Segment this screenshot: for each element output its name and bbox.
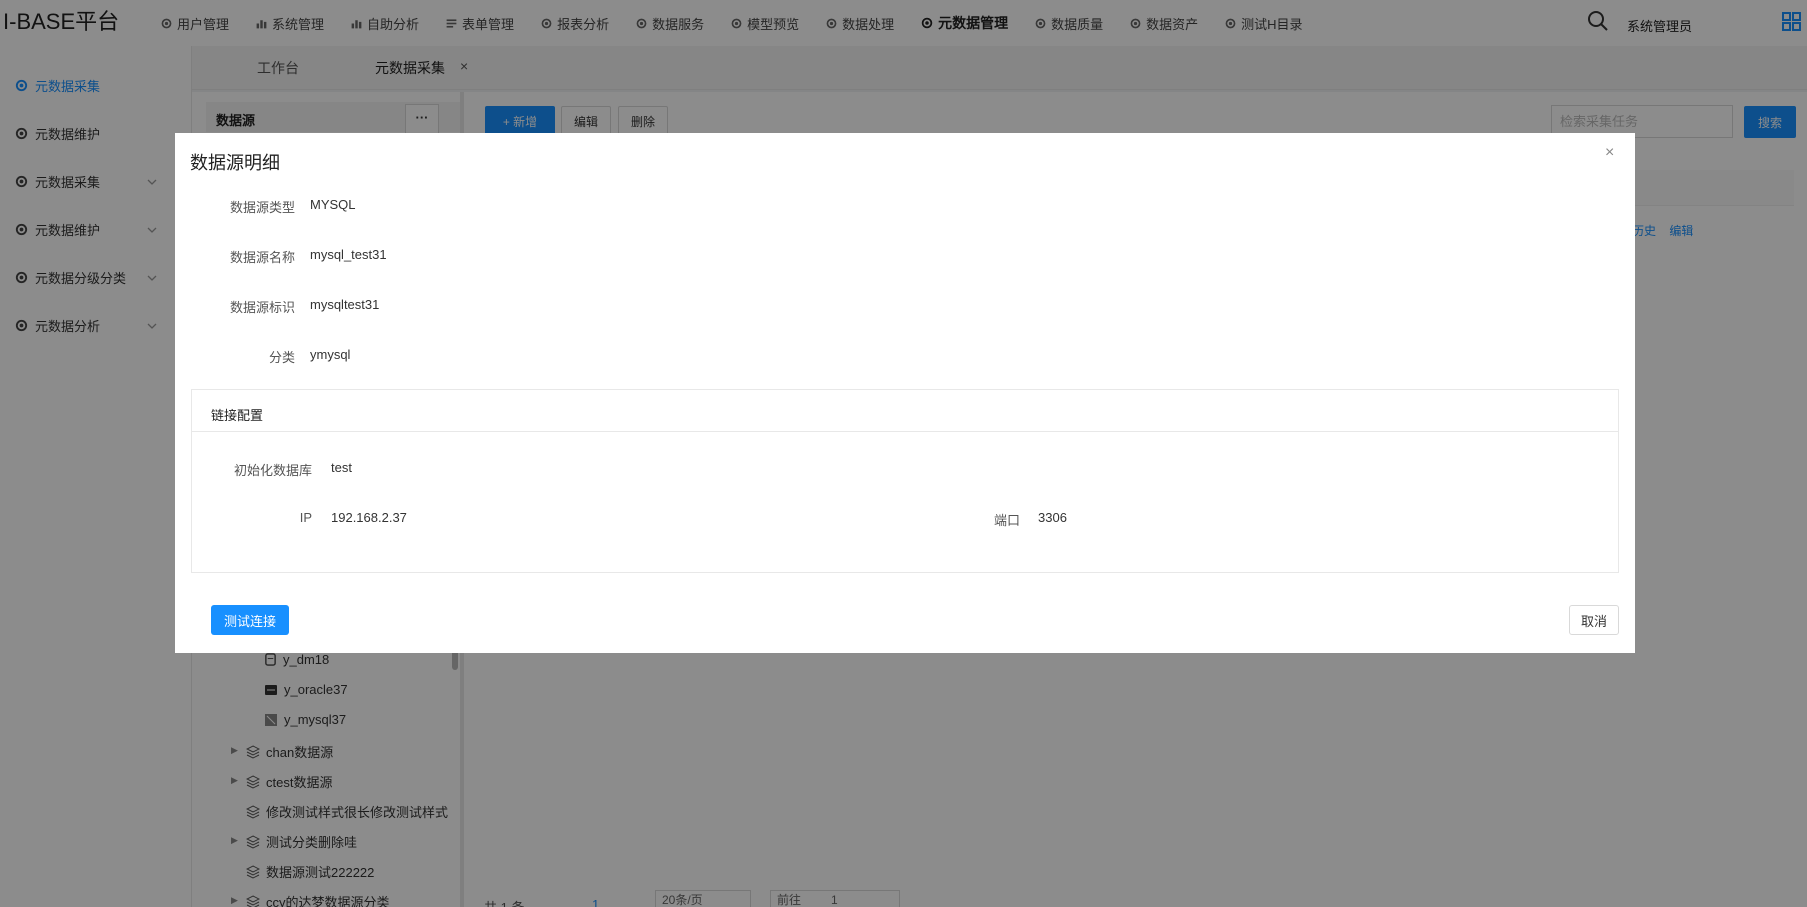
field-label-category: 分类 <box>268 350 295 365</box>
test-connection-button[interactable]: 测试连接 <box>211 605 289 635</box>
modal-title: 数据源明细 <box>190 153 280 173</box>
cancel-button[interactable]: 取消 <box>1569 605 1619 635</box>
datasource-detail-modal: 数据源明细 × 数据源类型 MYSQL 数据源名称 mysql_test31 数… <box>175 133 1635 653</box>
field-value-category: ymysql <box>310 347 351 362</box>
field-label-type: 数据源类型 <box>229 200 295 215</box>
field-label-identifier: 数据源标识 <box>229 300 295 315</box>
field-label-name: 数据源名称 <box>229 250 295 265</box>
field-value-port: 3306 <box>1038 510 1067 525</box>
field-value-ip: 192.168.2.37 <box>331 510 407 525</box>
field-label-port: 端口 <box>993 513 1020 528</box>
field-label-ip: IP <box>299 510 312 525</box>
field-value-init-db: test <box>331 460 352 475</box>
close-icon[interactable]: × <box>1605 144 1614 162</box>
connection-config-card: 链接配置 初始化数据库 test IP 192.168.2.37 端口 3306 <box>191 389 1619 573</box>
field-value-identifier: mysqltest31 <box>310 297 380 312</box>
connection-config-title: 链接配置 <box>211 408 264 423</box>
field-value-type: MYSQL <box>310 197 356 212</box>
connection-config-header: 链接配置 <box>192 390 1618 432</box>
field-value-name: mysql_test31 <box>310 247 387 262</box>
field-label-init-db: 初始化数据库 <box>233 463 312 478</box>
